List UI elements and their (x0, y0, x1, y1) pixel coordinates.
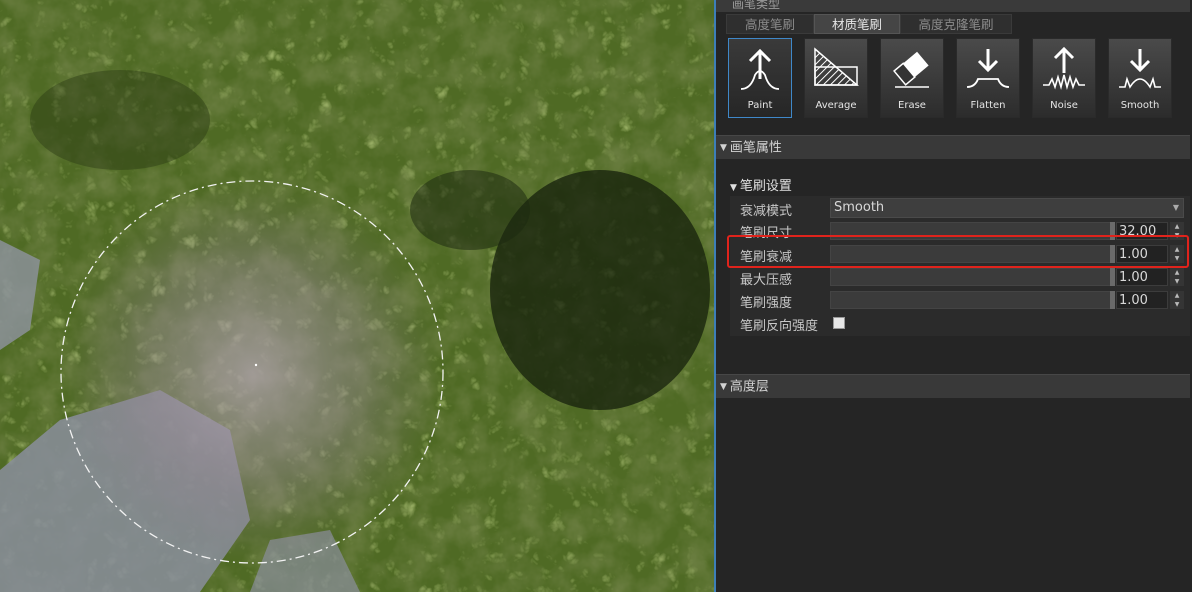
brush-invert-strength-checkbox[interactable] (833, 317, 845, 329)
brush-settings-title: 笔刷设置 (739, 179, 792, 194)
spin-up-icon[interactable]: ▲ (1170, 222, 1184, 231)
tab-height-brush[interactable]: 高度笔刷 (726, 14, 814, 34)
falloff-mode-label: 衰减模式 (740, 204, 793, 219)
max-pressure-label: 最大压感 (740, 273, 793, 288)
paint-icon (740, 48, 780, 90)
smooth-icon (1119, 49, 1161, 89)
chevron-down-icon: ▼ (1172, 203, 1179, 212)
brush-strength-slider[interactable] (830, 291, 1115, 309)
paint-tool-button[interactable]: Paint (728, 38, 792, 118)
slider-handle[interactable] (1110, 268, 1115, 286)
brush-type-title: 画笔类型 (732, 0, 781, 11)
brush-properties-title: 画笔属性 (729, 140, 782, 156)
flatten-tool-button[interactable]: Flatten (956, 38, 1020, 118)
terrain-viewport[interactable] (0, 0, 714, 592)
terrain-render (0, 0, 714, 592)
falloff-mode-value: Smooth (834, 200, 885, 215)
brush-panel: 画笔类型 高度笔刷 材质笔刷 高度克隆笔刷 Paint Average Eras… (716, 0, 1192, 592)
brush-properties-header[interactable]: ▼ 画笔属性 (716, 135, 1190, 159)
max-pressure-slider[interactable] (830, 268, 1115, 286)
noise-tool-label: Noise (1050, 100, 1078, 111)
collapse-arrow-icon: ▼ (720, 143, 727, 153)
smooth-tool-label: Smooth (1120, 100, 1160, 111)
height-layer-title: 高度层 (729, 379, 769, 395)
tab-material-brush[interactable]: 材质笔刷 (814, 14, 900, 34)
max-pressure-spinner[interactable]: ▲ ▼ (1170, 268, 1184, 286)
brush-strength-label: 笔刷强度 (740, 296, 793, 311)
collapse-arrow-icon: ▼ (730, 183, 737, 193)
tab-height-clone-brush[interactable]: 高度克隆笔刷 (900, 14, 1012, 34)
falloff-highlight-box (727, 235, 1189, 268)
brush-type-header: 画笔类型 (716, 0, 1190, 12)
falloff-mode-dropdown[interactable]: Smooth ▼ (830, 198, 1184, 218)
brush-invert-strength-label: 笔刷反向强度 (740, 319, 819, 334)
noise-icon (1043, 46, 1085, 91)
average-icon (814, 47, 859, 86)
spin-down-icon[interactable]: ▼ (1170, 300, 1184, 309)
spin-down-icon[interactable]: ▼ (1170, 277, 1184, 286)
flatten-tool-label: Flatten (970, 100, 1006, 111)
erase-tool-label: Erase (898, 100, 926, 111)
spin-up-icon[interactable]: ▲ (1170, 291, 1184, 300)
brush-strength-spinner[interactable]: ▲ ▼ (1170, 291, 1184, 309)
height-layer-header[interactable]: ▼ 高度层 (716, 374, 1190, 398)
erase-icon (893, 51, 929, 88)
slider-handle[interactable] (1110, 291, 1115, 309)
erase-tool-button[interactable]: Erase (880, 38, 944, 118)
collapse-arrow-icon: ▼ (720, 382, 727, 392)
average-tool-label: Average (815, 100, 857, 111)
brush-strength-input[interactable]: 1.00 (1116, 291, 1168, 309)
paint-tool-label: Paint (747, 100, 773, 111)
max-pressure-input[interactable]: 1.00 (1116, 268, 1168, 286)
smooth-tool-button[interactable]: Smooth (1108, 38, 1172, 118)
flatten-icon (966, 49, 1010, 88)
average-tool-button[interactable]: Average (804, 38, 868, 118)
spin-up-icon[interactable]: ▲ (1170, 268, 1184, 277)
noise-tool-button[interactable]: Noise (1032, 38, 1096, 118)
brush-settings-header[interactable]: ▼ 笔刷设置 (730, 175, 792, 194)
